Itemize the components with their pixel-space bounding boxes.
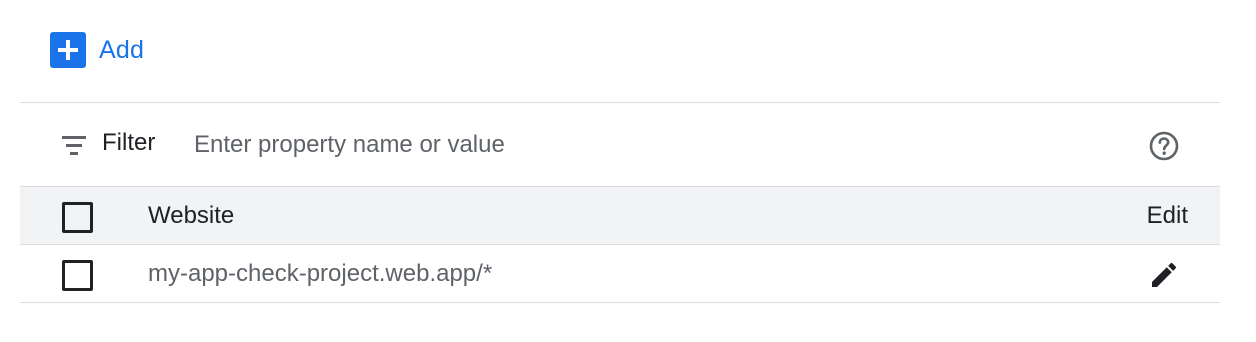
add-button-label: Add <box>99 35 145 64</box>
filter-label: Filter <box>102 129 156 156</box>
website-cell: my-app-check-project.web.app/* <box>148 260 493 287</box>
select-all-checkbox[interactable] <box>62 202 93 233</box>
column-header-website[interactable]: Website <box>148 202 234 230</box>
filter-list-icon <box>60 134 88 158</box>
filter-input[interactable] <box>188 125 1100 165</box>
table-row: my-app-check-project.web.app/* <box>20 245 1220 303</box>
filter-bar: Filter <box>20 103 1220 187</box>
table-header-row: Website Edit <box>20 187 1220 245</box>
help-outline-icon[interactable] <box>1148 130 1180 162</box>
websites-table: Website Edit my-app-check-project.web.ap… <box>20 187 1220 303</box>
add-button[interactable]: Add <box>50 32 144 68</box>
column-header-edit: Edit <box>1146 202 1188 229</box>
websites-panel: Filter Website Edit my-app-check-project… <box>20 102 1220 303</box>
row-checkbox[interactable] <box>62 260 93 291</box>
plus-icon <box>50 32 86 68</box>
pencil-icon[interactable] <box>1148 259 1180 291</box>
